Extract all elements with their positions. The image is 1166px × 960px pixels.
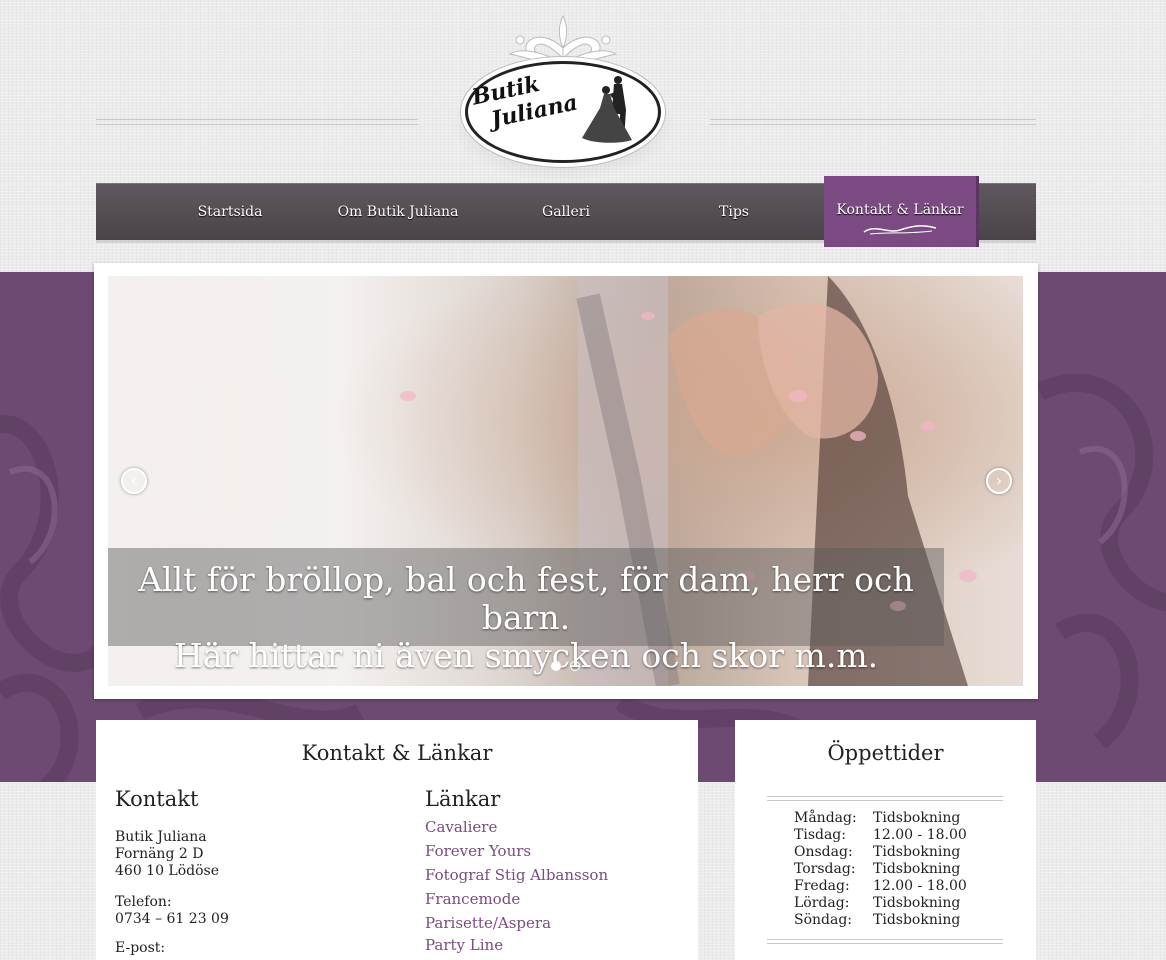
email-label: E-post: bbox=[115, 940, 166, 956]
address-line-3: 460 10 Lödöse bbox=[115, 863, 220, 879]
hours-divider-top bbox=[767, 796, 1003, 801]
link-forever-yours[interactable]: Forever Yours bbox=[425, 842, 531, 860]
nav-item-kontakt-lankar[interactable]: Kontakt & Länkar bbox=[824, 176, 976, 247]
hours-day: Fredag: bbox=[794, 878, 850, 894]
nav-active-label: Kontakt & Länkar bbox=[836, 202, 964, 218]
phone-number: 0734 – 61 23 09 bbox=[115, 911, 229, 927]
address-line-2: Fornäng 2 D bbox=[115, 846, 204, 862]
hours-day: Onsdag: bbox=[794, 844, 853, 860]
kontakt-heading: Kontakt bbox=[115, 787, 199, 811]
nav-item-om-butik-juliana[interactable]: Om Butik Juliana bbox=[328, 184, 468, 240]
hours-day: Lördag: bbox=[794, 895, 850, 911]
hours-time: Tidsbokning bbox=[873, 895, 961, 911]
nav-item-startsida[interactable]: Startsida bbox=[180, 184, 280, 240]
hours-day: Tisdag: bbox=[794, 827, 846, 843]
hours-time: Tidsbokning bbox=[873, 844, 961, 860]
nav-item-galleri[interactable]: Galleri bbox=[516, 184, 616, 240]
slider-caption: Allt för bröllop, bal och fest, för dam,… bbox=[108, 561, 944, 675]
slider-next-button[interactable]: › bbox=[986, 468, 1012, 494]
hours-divider-bottom bbox=[767, 939, 1003, 944]
phone-label: Telefon: bbox=[115, 894, 172, 910]
header-rule-left bbox=[96, 119, 418, 125]
chevron-right-icon: › bbox=[995, 471, 1003, 490]
caption-line-1: Allt för bröllop, bal och fest, för dam,… bbox=[138, 560, 914, 637]
hours-time: 12.00 - 18.00 bbox=[873, 827, 967, 843]
address-line-1: Butik Juliana bbox=[115, 829, 207, 845]
link-fotograf-stig-albansson[interactable]: Fotograf Stig Albansson bbox=[425, 866, 608, 884]
hours-time: Tidsbokning bbox=[873, 861, 961, 877]
hours-time: Tidsbokning bbox=[873, 912, 961, 928]
link-francemode[interactable]: Francemode bbox=[425, 890, 520, 908]
flourish-icon bbox=[863, 225, 937, 235]
nav-item-tips[interactable]: Tips bbox=[684, 184, 784, 240]
slider-dot-1[interactable] bbox=[551, 661, 561, 671]
hours-day: Måndag: bbox=[794, 810, 857, 826]
hours-time: Tidsbokning bbox=[873, 810, 961, 826]
caption-line-2: Här hittar ni även smycken och skor m.m. bbox=[173, 636, 879, 675]
link-cavaliere[interactable]: Cavaliere bbox=[425, 818, 497, 836]
hours-panel-title: Öppettider bbox=[827, 741, 944, 765]
hours-day: Torsdag: bbox=[794, 861, 856, 877]
chevron-left-icon: ‹ bbox=[130, 471, 138, 490]
lankar-heading: Länkar bbox=[425, 787, 501, 811]
site-logo[interactable]: Butik Juliana bbox=[430, 14, 696, 182]
header-rule-right bbox=[710, 119, 1036, 125]
link-parisette-aspera[interactable]: Parisette/Aspera bbox=[425, 914, 551, 932]
slider-dot-2[interactable] bbox=[570, 661, 580, 671]
dancing-couple-icon bbox=[582, 76, 632, 143]
slider-prev-button[interactable]: ‹ bbox=[121, 468, 147, 494]
link-party-line[interactable]: Party Line bbox=[425, 936, 503, 954]
hours-time: 12.00 - 18.00 bbox=[873, 878, 967, 894]
contact-panel-title: Kontakt & Länkar bbox=[301, 741, 493, 765]
hours-day: Söndag: bbox=[794, 912, 853, 928]
